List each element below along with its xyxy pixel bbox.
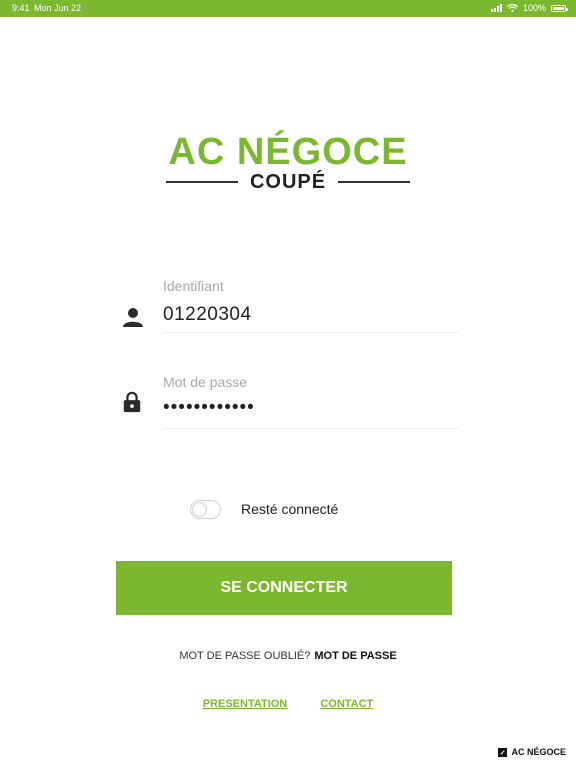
status-date: Mon Jun 22 (34, 3, 82, 13)
password-field[interactable]: Mot de passe •••••••••••• (116, 374, 458, 430)
lock-icon (123, 391, 141, 413)
remember-label: Resté connecté (241, 501, 339, 517)
presentation-link[interactable]: PRESENTATION (203, 698, 288, 710)
username-field[interactable]: Identifiant 01220304 (116, 278, 458, 334)
brand-arrow-icon (498, 747, 508, 757)
password-underline (163, 428, 458, 429)
logo-divider-right (338, 181, 410, 183)
password-label: Mot de passe (163, 374, 248, 390)
forgot-password-row: MOT DE PASSE OUBLIÉ? MOT DE PASSE (0, 650, 576, 662)
remember-toggle[interactable] (190, 500, 221, 519)
status-indicators: 100% (490, 3, 568, 13)
password-input[interactable]: •••••••••••• (163, 397, 255, 419)
footer-links: PRESENTATION CONTACT (0, 698, 576, 710)
username-input[interactable]: 01220304 (163, 304, 252, 326)
status-bar: 9:41 Mon Jun 22 100% (0, 0, 576, 17)
user-icon (123, 308, 143, 327)
forgot-password-link[interactable]: MOT DE PASSE (314, 650, 396, 662)
battery-percent: 100% (522, 3, 546, 13)
contact-link[interactable]: CONTACT (320, 698, 373, 710)
brand-mark: AC NÉGOCE (498, 747, 566, 757)
username-underline (163, 332, 458, 333)
login-button[interactable]: SE CONNECTER (116, 561, 452, 615)
wifi-icon (507, 4, 518, 12)
status-time: 9:41 (12, 3, 30, 13)
username-label: Identifiant (163, 278, 224, 294)
toggle-knob (192, 502, 207, 517)
battery-icon (551, 4, 568, 12)
app-logo: AC NÉGOCE COUPÉ (160, 130, 416, 194)
forgot-password-text: MOT DE PASSE OUBLIÉ? (179, 650, 311, 662)
cellular-signal-icon (490, 4, 502, 12)
logo-title: AC NÉGOCE (168, 131, 408, 173)
brand-text: AC NÉGOCE (511, 747, 566, 757)
